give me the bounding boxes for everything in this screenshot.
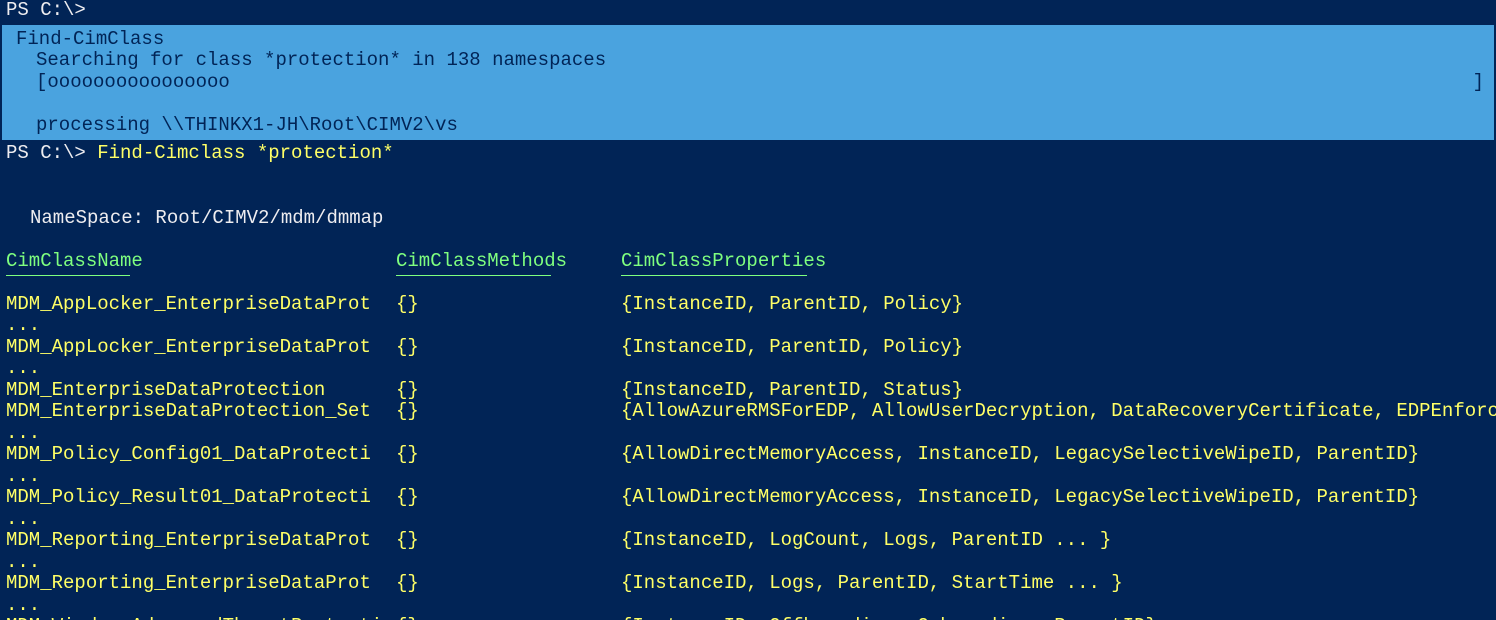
blank-line bbox=[0, 186, 1496, 208]
cell-classname: MDM_AppLocker_EnterpriseDataProt ... bbox=[6, 294, 396, 337]
table-row: MDM_EnterpriseDataProtection_Set ...{}{A… bbox=[6, 401, 1496, 444]
progress-blank bbox=[16, 93, 1488, 115]
header-methods: CimClassMethods bbox=[396, 251, 621, 273]
cell-properties: {AllowAzureRMSForEDP, AllowUserDecryptio… bbox=[621, 401, 1496, 444]
prompt-line-2: PS C:\> Find-Cimclass *protection* bbox=[0, 143, 1496, 165]
table-row: MDM_AppLocker_EnterpriseDataProt ...{}{I… bbox=[6, 294, 1496, 337]
table-headers: CimClassName CimClassMethods CimClassPro… bbox=[0, 251, 1496, 273]
table-header-underline bbox=[0, 272, 1496, 294]
cell-methods: {} bbox=[396, 487, 621, 530]
prompt-text: PS C:\> bbox=[6, 0, 86, 21]
progress-bar-open: [ bbox=[36, 72, 47, 94]
cell-properties: {InstanceID, ParentID, Status} bbox=[621, 380, 1496, 402]
cell-properties: {InstanceID, ParentID, Policy} bbox=[621, 337, 1496, 380]
cell-properties: {InstanceID, Logs, ParentID, StartTime .… bbox=[621, 573, 1496, 616]
cell-classname: MDM_EnterpriseDataProtection bbox=[6, 380, 396, 402]
cell-methods: {} bbox=[396, 401, 621, 444]
cell-properties: {InstanceID, Offboarding, Onboarding, Pa… bbox=[621, 616, 1496, 620]
cell-classname: MDM_Reporting_EnterpriseDataProt ... bbox=[6, 573, 396, 616]
prompt-line-1: PS C:\> bbox=[0, 0, 1496, 22]
cell-methods: {} bbox=[396, 444, 621, 487]
cell-properties: {AllowDirectMemoryAccess, InstanceID, Le… bbox=[621, 444, 1496, 487]
table-row: MDM_EnterpriseDataProtection{}{InstanceI… bbox=[6, 380, 1496, 402]
cell-properties: {InstanceID, LogCount, Logs, ParentID ..… bbox=[621, 530, 1496, 573]
cell-classname: MDM_Policy_Result01_DataProtecti ... bbox=[6, 487, 396, 530]
powershell-terminal[interactable]: PS C:\> Find-CimClass Searching for clas… bbox=[0, 0, 1496, 620]
command-text: Find-Cimclass *protection* bbox=[97, 142, 393, 164]
progress-bar-close: ] bbox=[1473, 72, 1488, 94]
table-body: MDM_AppLocker_EnterpriseDataProt ...{}{I… bbox=[0, 294, 1496, 620]
progress-searching: Searching for class *protection* in 138 … bbox=[16, 50, 1488, 72]
cell-methods: {} bbox=[396, 380, 621, 402]
progress-processing: processing \\THINKX1-JH\Root\CIMV2\vs bbox=[16, 115, 1488, 137]
prompt-text-2: PS C:\> bbox=[6, 142, 97, 164]
header-classname: CimClassName bbox=[6, 251, 396, 273]
cell-properties: {InstanceID, ParentID, Policy} bbox=[621, 294, 1496, 337]
table-row: MDM_WindowsAdvancedThreatProtection{}{In… bbox=[6, 616, 1496, 620]
cell-classname: MDM_AppLocker_EnterpriseDataProt ... bbox=[6, 337, 396, 380]
progress-block: Find-CimClass Searching for class *prote… bbox=[2, 25, 1494, 141]
table-row: MDM_Policy_Result01_DataProtecti ...{}{A… bbox=[6, 487, 1496, 530]
progress-bar-line: [oooooooooooooooo ] bbox=[16, 72, 1488, 94]
table-row: MDM_Reporting_EnterpriseDataProt ...{}{I… bbox=[6, 573, 1496, 616]
table-row: MDM_Reporting_EnterpriseDataProt ...{}{I… bbox=[6, 530, 1496, 573]
cell-properties: {AllowDirectMemoryAccess, InstanceID, Le… bbox=[621, 487, 1496, 530]
progress-bar-fill: oooooooooooooooo bbox=[47, 72, 229, 94]
cell-classname: MDM_EnterpriseDataProtection_Set ... bbox=[6, 401, 396, 444]
cell-methods: {} bbox=[396, 294, 621, 337]
cell-methods: {} bbox=[396, 616, 621, 620]
cell-methods: {} bbox=[396, 573, 621, 616]
progress-title: Find-CimClass bbox=[16, 29, 1488, 51]
blank-line bbox=[0, 165, 1496, 187]
namespace-line: NameSpace: Root/CIMV2/mdm/dmmap bbox=[0, 208, 1496, 230]
header-properties: CimClassProperties bbox=[621, 251, 1496, 273]
cell-classname: MDM_WindowsAdvancedThreatProtection bbox=[6, 616, 396, 620]
cell-classname: MDM_Policy_Config01_DataProtecti ... bbox=[6, 444, 396, 487]
cell-methods: {} bbox=[396, 530, 621, 573]
cell-methods: {} bbox=[396, 337, 621, 380]
cell-classname: MDM_Reporting_EnterpriseDataProt ... bbox=[6, 530, 396, 573]
table-row: MDM_AppLocker_EnterpriseDataProt ...{}{I… bbox=[6, 337, 1496, 380]
blank-line bbox=[0, 229, 1496, 251]
table-row: MDM_Policy_Config01_DataProtecti ...{}{A… bbox=[6, 444, 1496, 487]
